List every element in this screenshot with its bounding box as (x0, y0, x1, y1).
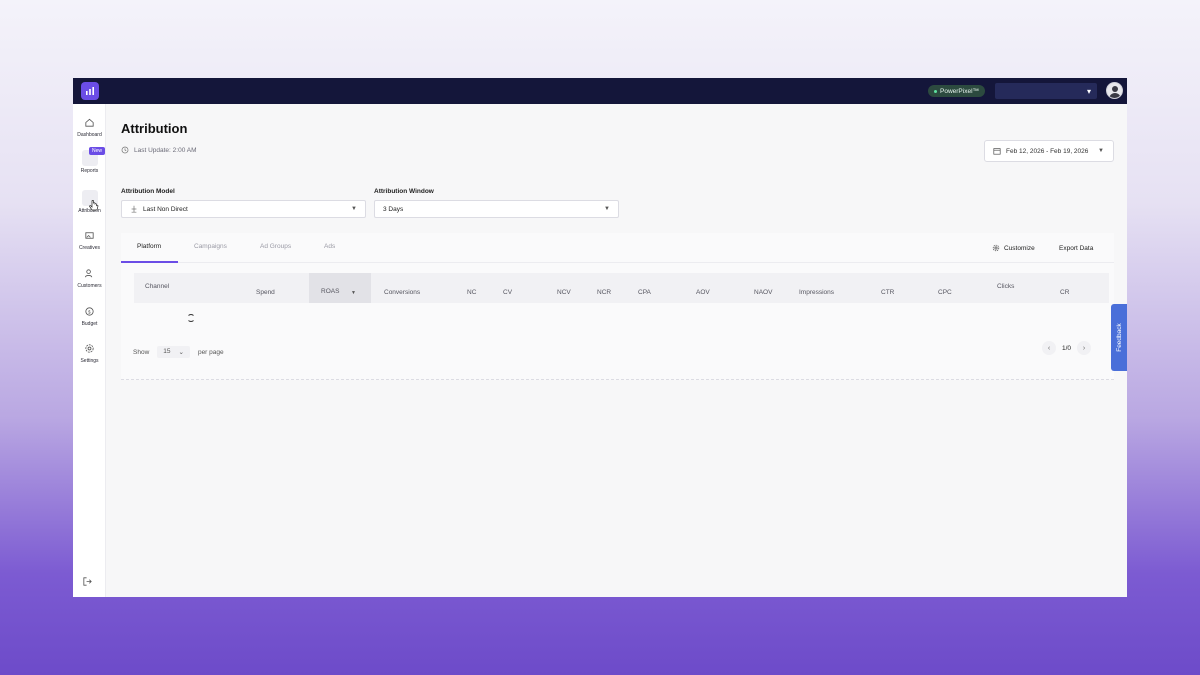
main-content: Attribution Last Update: 2:00 AM Feb 12,… (106, 104, 1127, 597)
date-range-picker[interactable]: Feb 12, 2026 - Feb 19, 2026 ▼ (984, 140, 1114, 162)
chevron-down-icon: ▼ (604, 206, 610, 212)
column-header-roas[interactable]: ROAS (321, 288, 339, 295)
account-select[interactable]: ▾ (995, 83, 1097, 99)
customize-button[interactable]: Customize (987, 241, 1040, 255)
calendar-icon (993, 148, 1001, 155)
column-header-nc[interactable]: NC (467, 289, 476, 296)
powerpixel-badge[interactable]: PowerPixel™ (928, 85, 986, 97)
app-logo[interactable] (81, 82, 99, 100)
sidebar-item-label: Budget (81, 321, 98, 327)
tab-ads[interactable]: Ads (324, 243, 335, 250)
per-page-value: 15 (163, 348, 171, 355)
svg-text:$: $ (88, 309, 91, 314)
loading-spinner-icon (187, 314, 195, 322)
customize-label: Customize (1004, 244, 1035, 252)
status-dot-icon (934, 89, 937, 93)
avatar[interactable] (1106, 82, 1123, 99)
chevron-down-icon: ⌄ (178, 349, 184, 356)
logout-icon[interactable] (82, 574, 93, 592)
show-label: Show (133, 348, 150, 356)
attribution-window-label: Attribution Window (374, 188, 434, 195)
tab-campaigns[interactable]: Campaigns (194, 243, 227, 250)
column-header-spend[interactable]: Spend (256, 289, 275, 296)
sidebar-item-creatives[interactable]: Creatives (73, 227, 106, 251)
history-icon (121, 146, 129, 154)
page-indicator: 1/0 (1062, 344, 1072, 352)
export-data-label: Export Data (1059, 244, 1094, 252)
sidebar-item-label: Customers (77, 283, 102, 289)
column-header-clicks[interactable]: Clicks (997, 283, 1014, 290)
column-header-cv[interactable]: CV (503, 289, 512, 296)
column-header-cpa[interactable]: CPA (638, 289, 651, 296)
avatar-body (1109, 93, 1121, 98)
sidebar-item-label: Settings (80, 358, 99, 364)
attribution-panel: Platform Campaigns Ad Groups Ads Customi… (121, 233, 1114, 380)
chevron-right-icon[interactable]: › (1077, 341, 1092, 355)
feedback-label: Feedback (1115, 323, 1123, 352)
attribution-model-select[interactable]: Last Non Direct ▼ (121, 200, 366, 218)
chevron-down-icon: ▼ (1098, 148, 1104, 154)
column-header-ncv[interactable]: NCV (557, 289, 571, 296)
model-icon (131, 205, 137, 213)
last-update: Last Update: 2:00 AM (121, 146, 197, 154)
app-window: PowerPixel™ ▾ Dashboard Reports New Attr… (73, 78, 1127, 597)
column-header-cpc[interactable]: CPC (938, 289, 952, 296)
last-update-text: Last Update: 2:00 AM (134, 146, 197, 154)
column-header-cr[interactable]: CR (1060, 289, 1069, 296)
column-header-impressions[interactable]: Impressions (799, 289, 834, 296)
feedback-tab[interactable]: Feedback (1111, 304, 1127, 371)
export-data-button[interactable]: Export Data (1054, 241, 1098, 255)
tab-ad-groups[interactable]: Ad Groups (260, 243, 291, 250)
sidebar-item-budget[interactable]: $ Budget (73, 303, 106, 327)
sort-desc-icon: ▼ (351, 290, 356, 296)
creatives-icon (82, 227, 98, 243)
home-icon (82, 114, 98, 130)
sidebar-item-label: Creatives (78, 245, 101, 251)
avatar-head (1112, 86, 1118, 92)
settings-icon (82, 340, 98, 356)
column-header-ncr[interactable]: NCR (597, 289, 611, 296)
chevron-left-icon[interactable]: ‹ (1042, 341, 1056, 355)
column-header-naov[interactable]: NAOV (754, 289, 772, 296)
gear-icon (992, 244, 1000, 252)
hand-cursor-icon (89, 199, 99, 217)
top-bar: PowerPixel™ ▾ (73, 78, 1127, 104)
column-header-ctr[interactable]: CTR (881, 289, 894, 296)
column-header-aov[interactable]: AOV (696, 289, 710, 296)
new-badge: New (89, 147, 106, 155)
table-header: Channel Spend ROAS ▼ Conversions NC CV N… (134, 273, 1109, 303)
per-page-control: Show 15 ⌄ per page (133, 346, 224, 358)
sidebar-item-settings[interactable]: Settings (73, 340, 106, 364)
chevron-down-icon: ▼ (351, 206, 357, 212)
sidebar-item-customers[interactable]: Customers (73, 265, 106, 289)
column-header-conversions[interactable]: Conversions (384, 289, 420, 296)
attribution-window-select[interactable]: 3 Days ▼ (374, 200, 619, 218)
per-page-label: per page (197, 348, 224, 356)
tab-platform[interactable]: Platform (137, 243, 161, 250)
column-header-channel[interactable]: Channel (145, 283, 169, 290)
logo-icon (86, 87, 94, 95)
sidebar: Dashboard Reports New Attribution Creati… (73, 104, 106, 597)
attribution-model-value: Last Non Direct (143, 205, 188, 213)
date-range-text: Feb 12, 2026 - Feb 19, 2026 (1006, 147, 1089, 155)
sidebar-item-label: Reports (80, 168, 99, 174)
sidebar-item-dashboard[interactable]: Dashboard (73, 114, 106, 138)
attribution-window-value: 3 Days (383, 205, 404, 213)
attribution-model-label: Attribution Model (121, 188, 175, 195)
powerpixel-label: PowerPixel™ (940, 87, 980, 95)
tab-bar: Platform Campaigns Ad Groups Ads Customi… (121, 233, 1114, 263)
active-tab-indicator (121, 261, 178, 263)
page-title: Attribution (121, 121, 188, 136)
customers-icon (82, 265, 98, 281)
budget-icon: $ (82, 303, 98, 319)
roas-sorted-column (309, 273, 371, 303)
pagination: ‹ 1/0 › (1042, 341, 1092, 355)
chevron-down-icon: ▾ (1086, 86, 1091, 96)
per-page-select[interactable]: 15 ⌄ (157, 346, 190, 358)
sidebar-item-label: Dashboard (77, 132, 102, 138)
